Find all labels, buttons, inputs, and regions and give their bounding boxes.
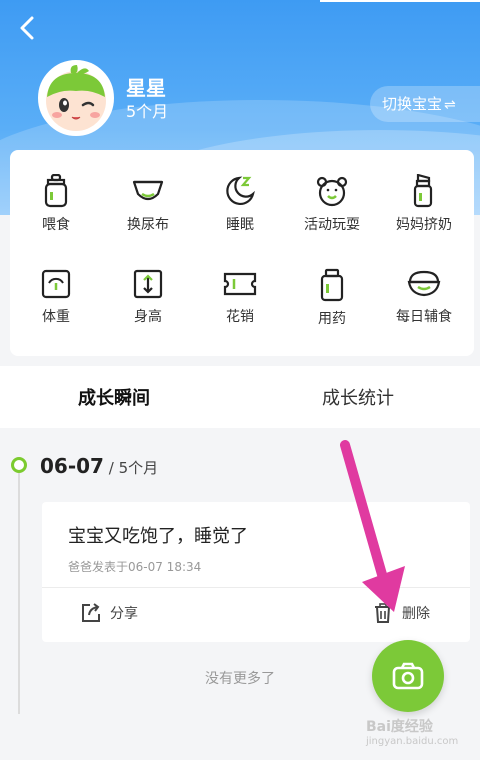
action-label: 活动玩耍 [304,217,360,233]
status-strip [320,0,480,2]
date-value: 06-07 [40,454,104,478]
camera-icon [392,662,424,690]
camera-button[interactable] [372,640,444,712]
watermark: Bai度经验 jingyan.baidu.com [366,716,458,747]
action-weight[interactable]: 体重 [10,254,102,334]
action-solid-food[interactable]: 每日辅食 [378,254,470,334]
moon-sleep-icon [226,176,255,206]
baby-name: 星星 [126,76,166,100]
delete-label: 删除 [402,606,430,622]
action-play[interactable]: 活动玩耍 [286,160,378,240]
action-medicine[interactable]: 用药 [286,254,378,334]
watermark-sub: jingyan.baidu.com [366,736,459,747]
diaper-icon [132,180,164,201]
post-meta: 爸爸发表于06-07 18:34 [68,560,202,574]
medicine-icon [320,268,344,302]
switch-baby-button[interactable]: 切换宝宝 ⇌ [370,86,480,122]
action-label: 喂食 [42,217,70,233]
tab-bar: 成长瞬间 成长统计 [0,366,480,428]
tab-growth-moments[interactable]: 成长瞬间 [76,384,152,410]
baby-age: 5个月 [126,102,169,121]
bottle-icon [44,174,68,208]
bowl-icon [407,270,441,297]
share-icon [82,603,100,622]
bear-icon [316,176,348,207]
avatar[interactable] [38,60,114,136]
post-text: 宝宝又吃饱了，睡觉了 [68,526,248,547]
action-label: 每日辅食 [396,309,452,325]
share-button[interactable]: 分享 [80,600,138,626]
date-age: 5个月 [118,459,159,477]
action-label: 换尿布 [127,217,169,233]
baby-face-icon [46,65,106,131]
post-card[interactable]: 宝宝又吃饱了，睡觉了 爸爸发表于06-07 18:34 分享 删除 [42,502,470,642]
timeline-dot [11,457,27,473]
watermark-main: Bai度经验 [366,719,433,735]
action-label: 用药 [318,311,346,327]
action-sleep[interactable]: 睡眠 [194,160,286,240]
trash-icon [375,603,391,623]
tab-growth-stats[interactable]: 成长统计 [322,384,394,410]
action-height[interactable]: 身高 [102,254,194,334]
action-label: 妈妈挤奶 [396,217,452,233]
action-grid: 喂食 换尿布 睡眠 活动玩耍 妈妈挤奶 体重 身高 花销 用药 每日辅食 [10,150,474,356]
action-label: 体重 [42,309,70,325]
share-label: 分享 [110,606,138,622]
action-breast-pump[interactable]: 妈妈挤奶 [378,160,470,240]
timeline-date: 06-07 / 5个月 [40,454,159,478]
action-label: 睡眠 [226,217,254,233]
action-diaper[interactable]: 换尿布 [102,160,194,240]
scale-icon [41,269,71,299]
action-expense[interactable]: 花销 [194,254,286,334]
switch-baby-label: 切换宝宝 [382,95,443,113]
back-arrow-icon[interactable] [14,14,42,42]
delete-button[interactable]: 删除 [372,600,430,626]
ticket-icon [223,272,257,296]
action-feeding[interactable]: 喂食 [10,160,102,240]
swap-icon: ⇌ [444,97,456,113]
divider [42,587,470,588]
action-label: 身高 [134,309,162,325]
ruler-icon [133,269,163,299]
action-label: 花销 [226,309,254,325]
breast-pump-icon [413,174,433,208]
